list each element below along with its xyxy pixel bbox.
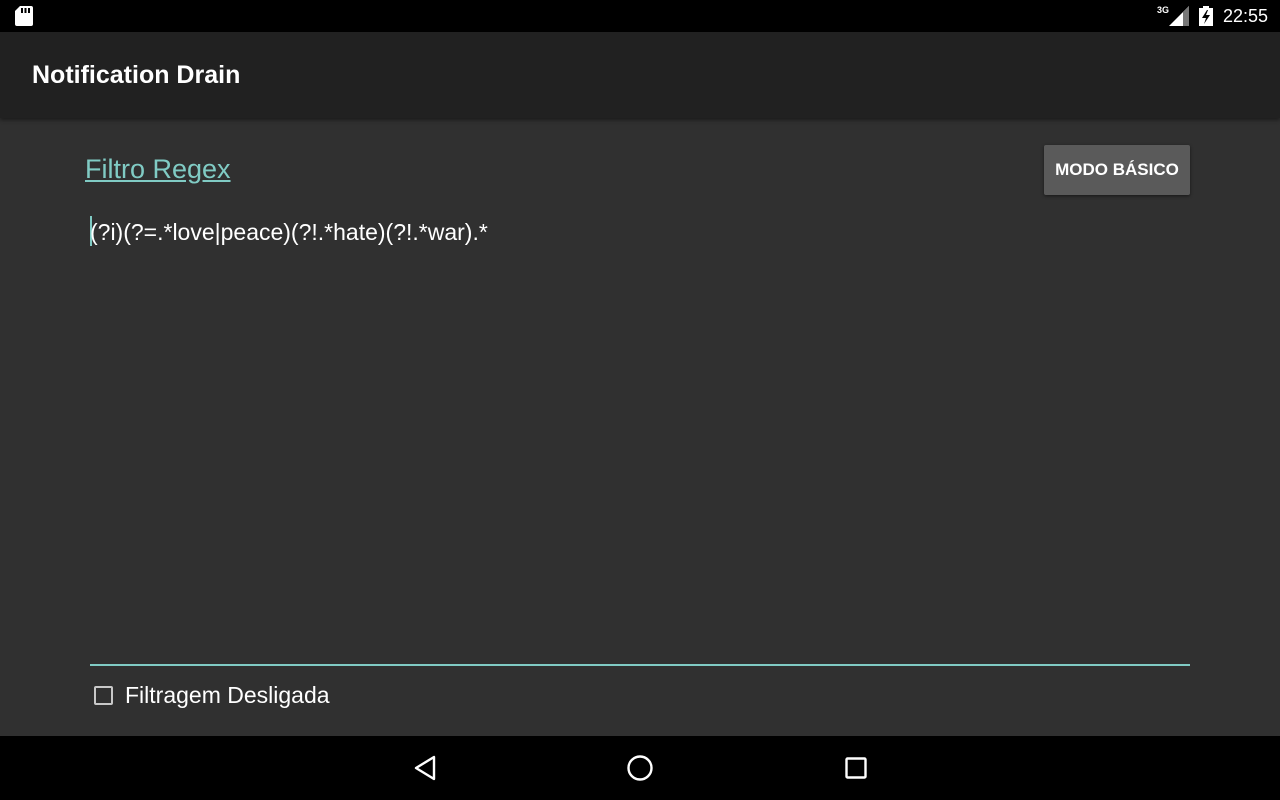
regex-filter-link[interactable]: Filtro Regex xyxy=(85,154,231,185)
clock: 22:55 xyxy=(1222,5,1268,26)
main-content: Filtro Regex MODO BÁSICO (?i)(?=.*love|p… xyxy=(0,118,1280,736)
recents-button[interactable] xyxy=(836,748,876,788)
recents-icon xyxy=(845,757,867,779)
filter-toggle[interactable]: Filtragem Desligada xyxy=(94,680,330,710)
back-button[interactable] xyxy=(405,748,445,788)
app-bar: Notification Drain xyxy=(0,32,1280,118)
home-button[interactable] xyxy=(620,748,660,788)
back-icon xyxy=(414,755,436,781)
basic-mode-button[interactable]: MODO BÁSICO xyxy=(1044,145,1190,195)
filter-checkbox-label: Filtragem Desligada xyxy=(125,681,330,708)
navigation-bar xyxy=(0,736,1280,800)
home-icon xyxy=(627,755,653,781)
battery-charging-icon xyxy=(1198,6,1213,26)
sd-card-icon xyxy=(15,6,33,26)
status-bar: 3G 22:55 xyxy=(0,0,1280,32)
regex-input-value: (?i)(?=.*love|peace)(?!.*hate)(?!.*war).… xyxy=(90,219,488,245)
regex-input[interactable]: (?i)(?=.*love|peace)(?!.*hate)(?!.*war).… xyxy=(90,208,1190,666)
network-type: 3G xyxy=(1156,5,1169,15)
filter-checkbox[interactable] xyxy=(94,685,113,705)
app-title: Notification Drain xyxy=(32,61,241,89)
signal-icon xyxy=(1168,6,1189,26)
status-icons: 3G 22:55 xyxy=(1157,0,1268,32)
